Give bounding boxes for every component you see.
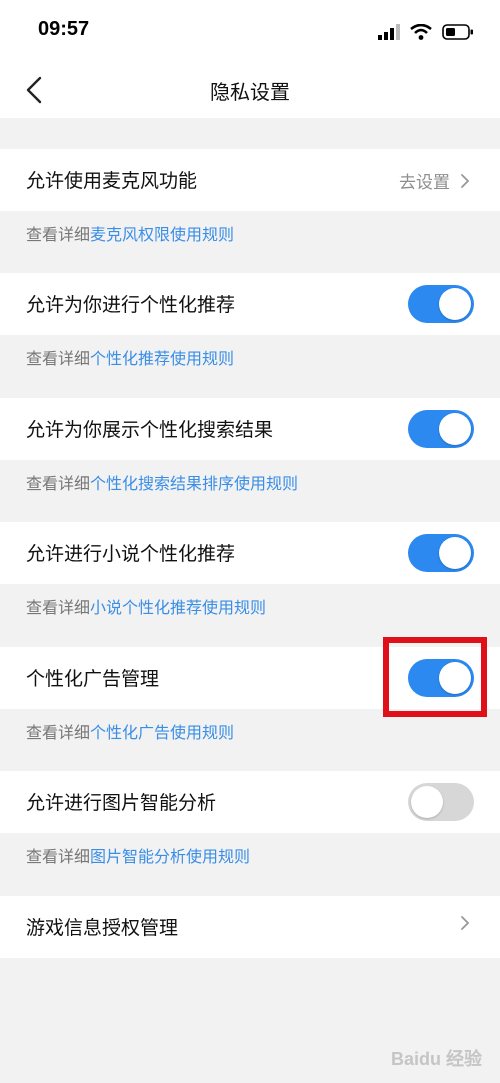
toggle-knob <box>439 413 471 445</box>
toggle-knob <box>439 537 471 569</box>
novel-recommendation-toggle[interactable] <box>408 534 474 572</box>
hint-text: 查看详细麦克风权限使用规则 <box>26 221 234 245</box>
rule-link[interactable]: 个性化搜索结果排序使用规则 <box>90 476 298 493</box>
wifi-icon <box>410 24 432 40</box>
rule-link[interactable]: 图片智能分析使用规则 <box>90 849 250 866</box>
rule-link[interactable]: 个性化广告使用规则 <box>90 725 234 742</box>
toggle-knob <box>439 288 471 320</box>
row-label: 允许使用麦克风功能 <box>26 171 198 192</box>
hint-prefix: 查看详细 <box>26 725 91 742</box>
personalized-search-toggle[interactable] <box>408 410 474 448</box>
image-analysis-row: 允许进行图片智能分析 <box>0 771 500 833</box>
hint-prefix: 查看详细 <box>26 849 91 866</box>
hint-text: 查看详细小说个性化推荐使用规则 <box>26 594 266 618</box>
row-label: 个性化广告管理 <box>26 669 160 690</box>
row-label: 游戏信息授权管理 <box>26 918 179 939</box>
nav-bar: 隐私设置 <box>0 62 500 118</box>
personalized-recommendation-toggle[interactable] <box>408 285 474 323</box>
row-label: 允许进行图片智能分析 <box>26 793 217 814</box>
rule-link[interactable]: 个性化推荐使用规则 <box>90 351 234 368</box>
signal-icon <box>378 24 400 40</box>
chevron-right-icon <box>461 916 470 930</box>
status-time: 09:57 <box>38 18 90 40</box>
toggle-knob <box>411 786 443 818</box>
personalized-search-row: 允许为你展示个性化搜索结果 <box>0 398 500 460</box>
status-icons <box>378 22 474 42</box>
row-label: 允许为你进行个性化推荐 <box>26 295 236 316</box>
hint-prefix: 查看详细 <box>26 600 91 617</box>
personalized-recommendation-row: 允许为你进行个性化推荐 <box>0 273 500 335</box>
page-title: 隐私设置 <box>210 82 290 104</box>
go-settings-label: 去设置 <box>399 173 450 192</box>
rule-link[interactable]: 麦克风权限使用规则 <box>90 227 234 244</box>
microphone-setting-row[interactable]: 允许使用麦克风功能 去设置 <box>0 149 500 211</box>
hint-prefix: 查看详细 <box>26 351 91 368</box>
rule-link[interactable]: 小说个性化推荐使用规则 <box>90 600 266 617</box>
go-settings-link[interactable]: 去设置 <box>399 168 472 193</box>
row-label: 允许进行小说个性化推荐 <box>26 544 236 565</box>
hint-prefix: 查看详细 <box>26 227 91 244</box>
chevron-right-icon <box>461 173 470 188</box>
hint-text: 查看详细图片智能分析使用规则 <box>26 843 250 867</box>
hint-text: 查看详细个性化推荐使用规则 <box>26 345 234 369</box>
game-info-authorization-row[interactable]: 游戏信息授权管理 <box>0 896 500 958</box>
watermark: Baidu 经验 <box>390 1049 482 1069</box>
status-bar: 09:57 <box>0 0 500 62</box>
hint-text: 查看详细个性化广告使用规则 <box>26 719 234 743</box>
battery-icon <box>442 24 473 40</box>
highlight-annotation-box <box>383 637 487 717</box>
row-chevron <box>458 915 472 931</box>
image-analysis-toggle[interactable] <box>408 783 474 821</box>
hint-prefix: 查看详细 <box>26 476 91 493</box>
row-label: 允许为你展示个性化搜索结果 <box>26 420 274 441</box>
hint-text: 查看详细个性化搜索结果排序使用规则 <box>26 470 298 494</box>
novel-recommendation-row: 允许进行小说个性化推荐 <box>0 522 500 584</box>
